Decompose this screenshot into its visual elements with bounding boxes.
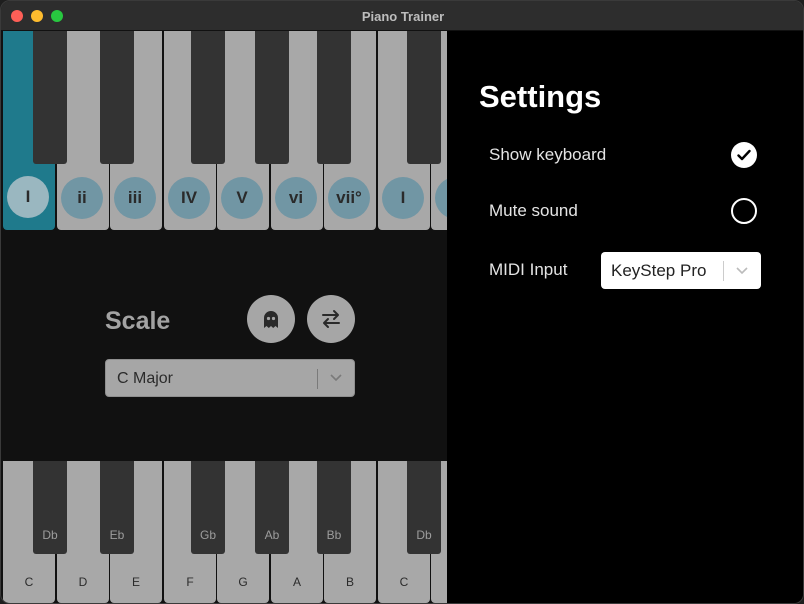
note-label: Db	[416, 528, 432, 542]
black-key[interactable]	[191, 31, 225, 164]
note-label: C	[24, 575, 34, 589]
black-key[interactable]: Eb	[100, 461, 134, 554]
note-label: E	[131, 575, 140, 589]
title-bar: Piano Trainer	[1, 1, 803, 31]
chord-badge-4[interactable]: IV	[168, 177, 210, 219]
black-key[interactable]: Db	[407, 461, 441, 554]
note-label: C	[399, 575, 409, 589]
note-label: Bb	[326, 528, 342, 542]
window-title: Piano Trainer	[361, 9, 445, 24]
chord-badge-8[interactable]: I	[382, 177, 424, 219]
black-key[interactable]	[407, 31, 441, 164]
black-key[interactable]	[255, 31, 289, 164]
ghost-icon	[264, 311, 278, 328]
settings-panel: Settings Show keyboard Mute sound MIDI I…	[447, 31, 803, 603]
black-key[interactable]	[33, 31, 67, 164]
chord-badge-7[interactable]: vii°	[328, 177, 370, 219]
black-key[interactable]	[100, 31, 134, 164]
note-label: A	[292, 575, 301, 589]
chord-badge-6[interactable]: vi	[275, 177, 317, 219]
scale-select-value: C Major	[117, 370, 174, 387]
scale-label: Scale	[105, 307, 171, 335]
chord-badge-3[interactable]: iii	[114, 177, 156, 219]
select-divider	[723, 261, 724, 281]
chord-badge-1[interactable]: I	[7, 176, 49, 218]
app-window: Piano Trainer I ii iii IV V vi vii° I Sc…	[0, 0, 804, 604]
black-key[interactable]: Db	[33, 461, 67, 554]
black-key[interactable]: Ab	[255, 461, 289, 554]
note-label: D	[78, 575, 88, 589]
chord-keyboard: I ii iii IV V vi vii° I	[3, 31, 447, 230]
midi-input-value: KeyStep Pro	[611, 261, 707, 280]
scale-select[interactable]: C Major	[105, 359, 355, 397]
swap-button[interactable]	[307, 295, 355, 343]
note-keyboard: C D E F G A B C Db Eb Gb Ab Bb Db	[3, 461, 447, 603]
swap-arrows-icon	[322, 310, 340, 328]
midi-input-select[interactable]: KeyStep Pro	[601, 252, 761, 289]
chevron-down-icon	[736, 267, 748, 275]
chord-badge-5[interactable]: V	[221, 177, 263, 219]
mute-sound-label: Mute sound	[489, 201, 578, 220]
trainer-panel: I ii iii IV V vi vii° I Scale C Major C …	[3, 31, 447, 603]
note-label: Ab	[264, 528, 280, 542]
checkmark-icon	[737, 149, 751, 161]
midi-input-label: MIDI Input	[489, 260, 568, 279]
show-keyboard-label: Show keyboard	[489, 145, 607, 164]
chevron-down-icon	[330, 374, 342, 382]
note-label: Eb	[109, 528, 125, 542]
select-divider	[317, 369, 318, 389]
settings-title: Settings	[479, 79, 602, 114]
note-label: G	[238, 575, 248, 589]
note-label: Db	[42, 528, 58, 542]
mute-sound-checkbox[interactable]	[731, 198, 757, 224]
black-key[interactable]	[317, 31, 351, 164]
note-label: B	[345, 575, 354, 589]
black-key[interactable]: Gb	[191, 461, 225, 554]
ghost-button[interactable]	[247, 295, 295, 343]
black-key[interactable]: Bb	[317, 461, 351, 554]
chord-badge-2[interactable]: ii	[61, 177, 103, 219]
show-keyboard-checkbox[interactable]	[731, 142, 757, 168]
note-label: F	[186, 575, 194, 589]
note-label: Gb	[199, 528, 216, 542]
